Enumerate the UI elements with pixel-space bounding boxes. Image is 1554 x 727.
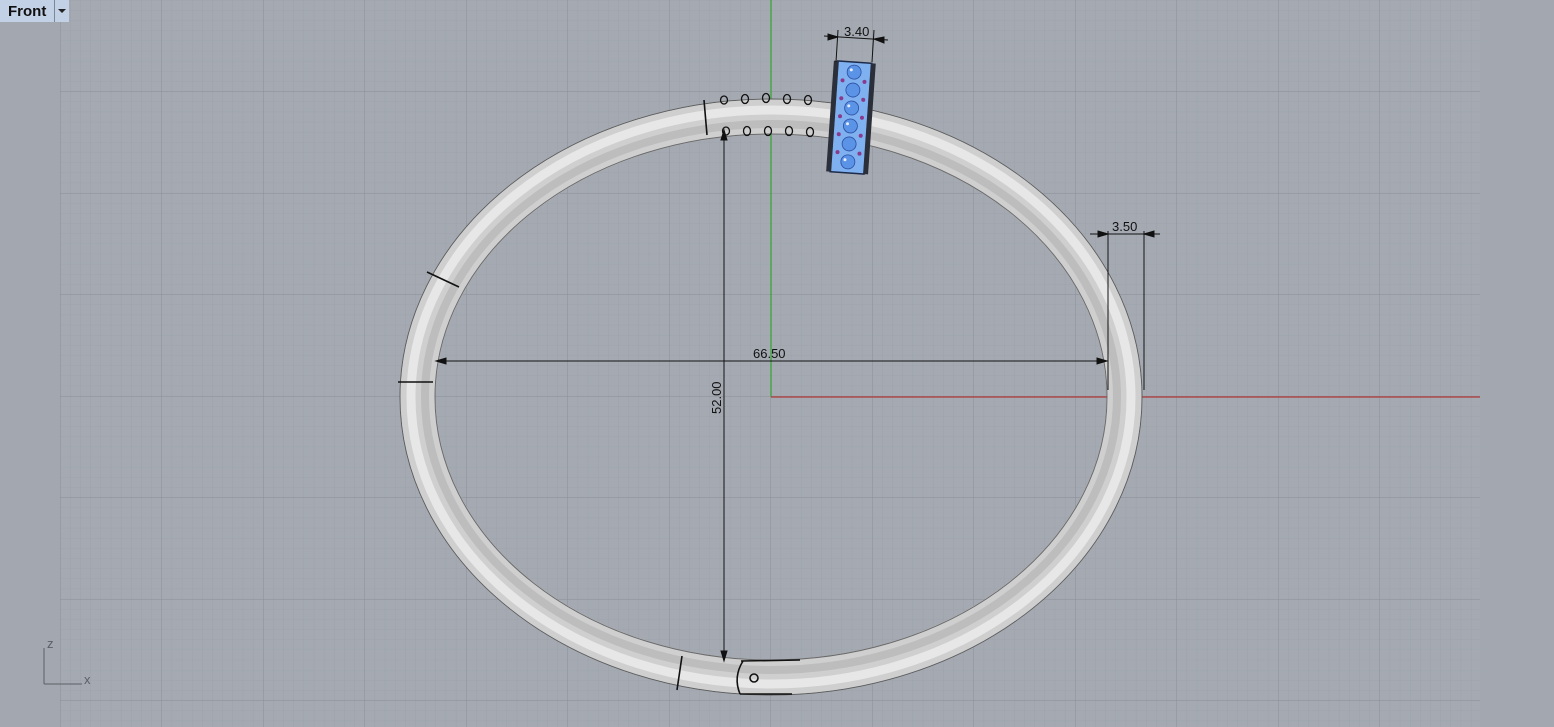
gemstone-band[interactable] — [826, 60, 876, 175]
front-viewport[interactable]: Front 66.50 52.00 3.50 3.40 z x — [0, 0, 1554, 727]
viewport-menu-button[interactable] — [55, 0, 70, 22]
chevron-down-icon — [58, 9, 67, 13]
dimension-stone-width-label: 3.40 — [844, 24, 869, 39]
viewport-title[interactable]: Front — [0, 0, 56, 22]
dimension-height-label: 52.00 — [709, 381, 724, 414]
axis-widget-x-label: x — [84, 672, 91, 687]
dimension-thickness-label: 3.50 — [1112, 219, 1137, 234]
viewport-canvas[interactable]: 66.50 52.00 3.50 3.40 z x — [0, 0, 1554, 727]
dimension-width-label: 66.50 — [753, 346, 786, 361]
axis-widget-z-label: z — [47, 636, 54, 651]
viewport-title-tab[interactable]: Front — [0, 0, 70, 22]
